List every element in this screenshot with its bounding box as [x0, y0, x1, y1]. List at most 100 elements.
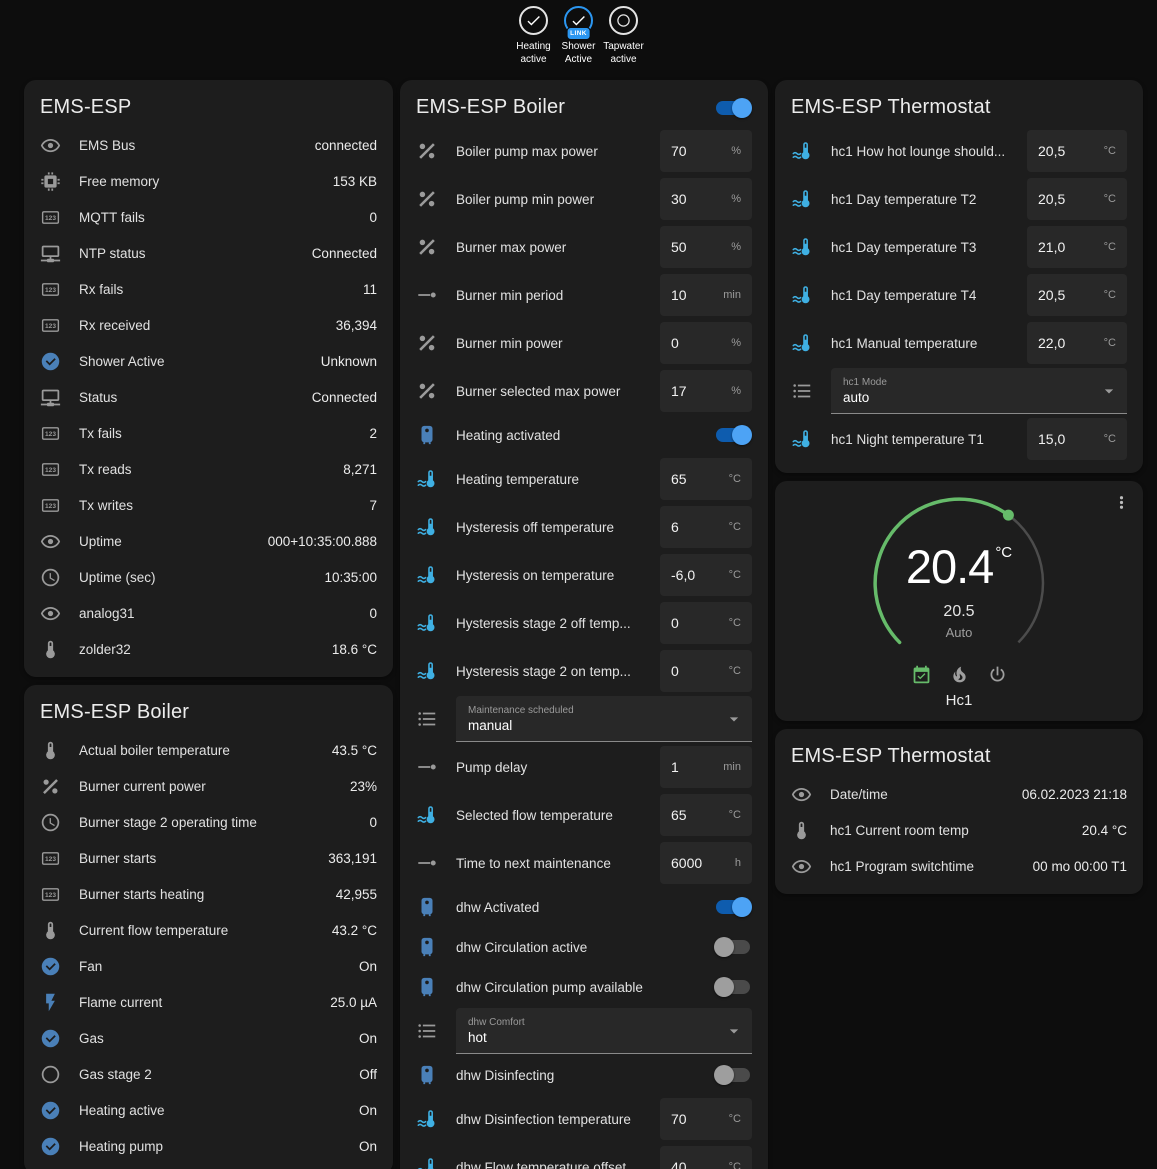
control-row: Hysteresis off temperature 6 °C	[400, 503, 768, 551]
select-field[interactable]: hc1 Mode auto	[831, 368, 1127, 414]
input-unit: %	[731, 193, 741, 205]
entity-row[interactable]: Heating pump On	[24, 1128, 393, 1164]
toggle-switch[interactable]	[714, 937, 752, 957]
number-input[interactable]: 50 %	[660, 226, 752, 268]
select-field[interactable]: Maintenance scheduled manual	[456, 696, 752, 742]
gauge-handle[interactable]	[1003, 510, 1014, 521]
eye-icon	[791, 856, 812, 877]
timer-icon	[416, 852, 438, 874]
number-input[interactable]: 21,0 °C	[1027, 226, 1127, 268]
entity-row[interactable]: Rx received 36,394	[24, 307, 393, 343]
entity-row[interactable]: Flame current 25.0 µA	[24, 984, 393, 1020]
number-input[interactable]: 0 °C	[660, 650, 752, 692]
control-label: Heating temperature	[456, 472, 650, 487]
number-input[interactable]: 0 %	[660, 322, 752, 364]
entity-row[interactable]: Heating active On	[24, 1092, 393, 1128]
number-input[interactable]: 20,5 °C	[1027, 178, 1127, 220]
control-label: Heating activated	[456, 428, 704, 443]
entity-row[interactable]: zolder32 18.6 °C	[24, 631, 393, 667]
control-row: hc1 Day temperature T4 20,5 °C	[775, 271, 1143, 319]
entity-row[interactable]: NTP status Connected	[24, 235, 393, 271]
entity-row[interactable]: analog31 0	[24, 595, 393, 631]
card-ems-esp: EMS-ESP EMS Bus connected Free memory 15…	[24, 80, 393, 677]
entity-row[interactable]: Tx fails 2	[24, 415, 393, 451]
number-input[interactable]: 65 °C	[660, 794, 752, 836]
number-input[interactable]: 70 %	[660, 130, 752, 172]
number-input[interactable]: 17 %	[660, 370, 752, 412]
number-input[interactable]: 70 °C	[660, 1098, 752, 1140]
number-input[interactable]: -6,0 °C	[660, 554, 752, 596]
entity-label: Fan	[79, 959, 349, 974]
control-row: Burner min power 0 %	[400, 319, 768, 367]
input-unit: °C	[1104, 337, 1116, 349]
control-label: Burner min power	[456, 336, 650, 351]
number-input[interactable]: 1 min	[660, 746, 752, 788]
thermometer-icon	[40, 920, 61, 941]
entity-row[interactable]: Burner current power 23%	[24, 768, 393, 804]
input-value: 70	[671, 143, 687, 159]
number-input[interactable]: 65 °C	[660, 458, 752, 500]
entity-row[interactable]: EMS Bus connected	[24, 127, 393, 163]
number-input[interactable]: 6000 h	[660, 842, 752, 884]
counter-icon	[40, 423, 61, 444]
entity-row[interactable]: hc1 Program switchtime 00 mo 00:00 T1	[775, 848, 1143, 884]
card-title: EMS-ESP Thermostat	[791, 745, 1127, 768]
entity-row[interactable]: Shower Active Unknown	[24, 343, 393, 379]
number-input[interactable]: 0 °C	[660, 602, 752, 644]
glance-badge[interactable]: Tapwater active	[602, 6, 646, 66]
entity-value: 0	[369, 606, 377, 621]
control-row: dhw Comfort hot	[400, 1007, 768, 1055]
entity-row[interactable]: Gas stage 2 Off	[24, 1056, 393, 1092]
badge-label: Shower Active	[557, 41, 601, 66]
number-input[interactable]: 40 °C	[660, 1146, 752, 1169]
entity-row[interactable]: MQTT fails 0	[24, 199, 393, 235]
entity-row[interactable]: Uptime 000+10:35:00.888	[24, 523, 393, 559]
entity-label: Current flow temperature	[79, 923, 322, 938]
control-label: dhw Disinfection temperature	[456, 1112, 650, 1127]
number-input[interactable]: 15,0 °C	[1027, 418, 1127, 460]
entity-row[interactable]: Burner stage 2 operating time 0	[24, 804, 393, 840]
entity-row[interactable]: Current flow temperature 43.2 °C	[24, 912, 393, 948]
mode-buttons	[775, 664, 1143, 685]
entity-row[interactable]: Burner starts heating 42,955	[24, 876, 393, 912]
card-thermostat-dial: 20.4°C 20.5 Auto Hc1	[775, 481, 1143, 721]
number-input[interactable]: 6 °C	[660, 506, 752, 548]
entity-row[interactable]: Actual boiler temperature 43.5 °C	[24, 732, 393, 768]
calendar-check-icon[interactable]	[911, 664, 932, 685]
glance-badge[interactable]: LINK Shower Active	[557, 6, 601, 66]
entity-row[interactable]: Rx fails 11	[24, 271, 393, 307]
fire-icon[interactable]	[949, 664, 970, 685]
entity-row[interactable]: Date/time 06.02.2023 21:18	[775, 776, 1143, 812]
entity-row[interactable]: Free memory 153 KB	[24, 163, 393, 199]
entity-row[interactable]: Fan On	[24, 948, 393, 984]
entity-row[interactable]: Gas On	[24, 1020, 393, 1056]
entity-row[interactable]: Burner starts 363,191	[24, 840, 393, 876]
input-value: 6000	[671, 855, 702, 871]
entity-row[interactable]: Status Connected	[24, 379, 393, 415]
entity-row[interactable]: hc1 Current room temp 20.4 °C	[775, 812, 1143, 848]
entity-label: Free memory	[79, 174, 323, 189]
power-icon[interactable]	[987, 664, 1008, 685]
boiler-enabled-toggle[interactable]	[714, 98, 752, 118]
number-input[interactable]: 10 min	[660, 274, 752, 316]
number-input[interactable]: 20,5 °C	[1027, 274, 1127, 316]
toggle-switch[interactable]	[714, 425, 752, 445]
entity-row[interactable]: Tx reads 8,271	[24, 451, 393, 487]
select-field[interactable]: dhw Comfort hot	[456, 1008, 752, 1054]
control-label: hc1 Night temperature T1	[831, 432, 1017, 447]
control-row: hc1 How hot lounge should... 20,5 °C	[775, 127, 1143, 175]
dots-vertical-icon[interactable]	[1112, 493, 1131, 512]
number-input[interactable]: 22,0 °C	[1027, 322, 1127, 364]
chevron-down-icon	[724, 1021, 744, 1041]
glance-badge[interactable]: Heating active	[512, 6, 556, 66]
toggle-switch[interactable]	[714, 1065, 752, 1085]
entity-row[interactable]: Tx writes 7	[24, 487, 393, 523]
badge-group: Heating active LINK Shower Active Tapwat…	[512, 6, 646, 66]
number-input[interactable]: 20,5 °C	[1027, 130, 1127, 172]
entity-row[interactable]: Uptime (sec) 10:35:00	[24, 559, 393, 595]
toggle-switch[interactable]	[714, 897, 752, 917]
entity-value: 8,271	[343, 462, 377, 477]
eye-icon	[40, 531, 61, 552]
number-input[interactable]: 30 %	[660, 178, 752, 220]
toggle-switch[interactable]	[714, 977, 752, 997]
